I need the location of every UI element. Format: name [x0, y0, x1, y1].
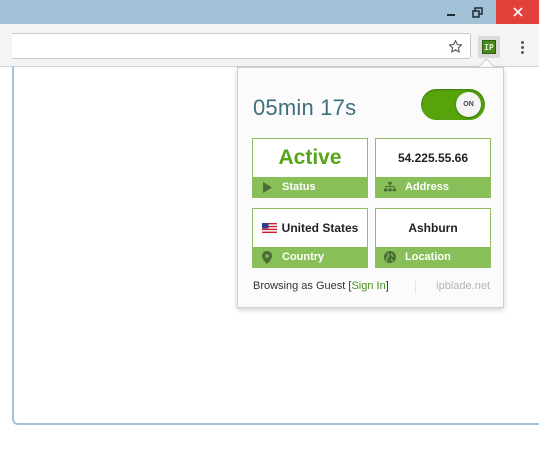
network-icon — [384, 181, 396, 193]
us-flag-icon — [261, 223, 277, 233]
location-footer: Location — [376, 247, 490, 267]
toggle-knob[interactable]: ON — [456, 92, 481, 117]
menu-dot-icon — [520, 40, 524, 44]
close-button[interactable] — [496, 0, 539, 24]
country-value: United States — [281, 221, 359, 235]
toggle-label: ON — [463, 101, 474, 108]
footer-divider — [415, 280, 416, 294]
close-icon — [512, 7, 523, 17]
restore-button[interactable] — [464, 0, 490, 24]
address-card: 54.225.55.66 Address — [375, 138, 491, 198]
session-timer: 05min 17s — [253, 95, 357, 120]
address-label: Address — [405, 181, 450, 193]
map-pin-icon — [261, 250, 273, 264]
extension-popup: 05min 17s ON Active Status 54.225.55.66 — [237, 67, 504, 308]
browser-menu-button[interactable] — [512, 36, 532, 58]
status-footer: Status — [253, 177, 367, 197]
browser-toolbar: IP — [0, 24, 539, 67]
vpn-toggle[interactable]: ON — [421, 89, 485, 120]
location-value: Ashburn — [408, 221, 458, 235]
brand-link[interactable]: ipblade.net — [436, 280, 490, 292]
menu-dot-icon — [520, 45, 524, 49]
play-icon — [261, 181, 273, 193]
country-label: Country — [282, 251, 325, 263]
address-bar[interactable] — [12, 33, 471, 59]
guest-status-prefix: Browsing as Guest [ — [253, 280, 352, 292]
ip-address-value: 54.225.55.66 — [397, 151, 469, 165]
status-label: Status — [282, 181, 316, 193]
country-card: United States Country — [252, 208, 368, 268]
guest-status: Browsing as Guest [Sign In] — [253, 280, 389, 292]
sign-in-link[interactable]: Sign In — [351, 280, 385, 292]
window-titlebar — [0, 0, 539, 24]
status-card: Active Status — [252, 138, 368, 198]
minimize-icon — [447, 14, 455, 16]
location-card: Ashburn Location — [375, 208, 491, 268]
status-value: Active — [278, 146, 342, 169]
globe-icon — [384, 251, 396, 263]
minimize-button[interactable] — [438, 0, 464, 24]
country-footer: Country — [253, 247, 367, 267]
ipblade-extension-button[interactable]: IP — [478, 36, 500, 58]
menu-dot-icon — [520, 50, 524, 54]
ip-extension-icon: IP — [482, 40, 496, 54]
restore-icon — [471, 6, 483, 18]
guest-status-suffix: ] — [385, 280, 389, 292]
location-label: Location — [405, 251, 451, 263]
country-value-wrap: United States — [253, 209, 367, 247]
address-footer: Address — [376, 177, 490, 197]
bookmark-star-icon[interactable] — [444, 35, 466, 57]
